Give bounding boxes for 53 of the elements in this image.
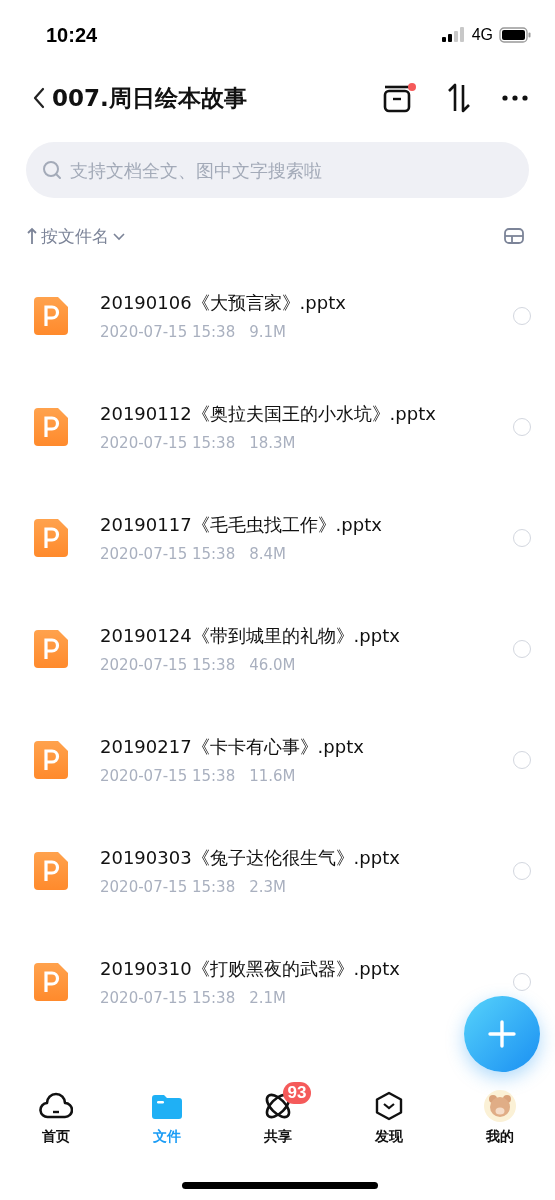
file-size: 8.4M [249, 544, 286, 563]
plus-icon [487, 1019, 517, 1049]
file-size: 9.1M [249, 322, 286, 341]
folder-title: 007.周日绘本故事 [52, 83, 248, 113]
chevron-down-icon [112, 231, 126, 241]
network-label: 4G [471, 26, 493, 44]
file-date: 2020-07-15 15:38 [100, 655, 236, 674]
add-button[interactable] [464, 996, 540, 1072]
file-date: 2020-07-15 15:38 [100, 877, 236, 896]
nav-tab[interactable]: 我的 [444, 1078, 555, 1146]
sort-by-name-button[interactable]: 按文件名 [26, 224, 126, 248]
presentation-file-icon [34, 518, 68, 557]
arrow-up-icon [26, 227, 38, 245]
file-date: 2020-07-15 15:38 [100, 433, 236, 452]
status-time: 10:24 [46, 23, 98, 47]
search-icon [42, 160, 62, 180]
back-icon[interactable] [32, 87, 46, 109]
more-icon[interactable] [501, 94, 529, 102]
search-field[interactable]: 支持文档全文、图中文字搜索啦 [26, 142, 529, 198]
file-date: 2020-07-15 15:38 [100, 322, 236, 341]
file-date: 2020-07-15 15:38 [100, 988, 236, 1007]
cloud-icon [38, 1092, 73, 1120]
file-size: 2.3M [249, 877, 286, 896]
hexagon-icon [374, 1091, 403, 1121]
file-size: 2.1M [249, 988, 286, 1007]
file-size: 11.6M [249, 766, 296, 785]
file-name[interactable]: 20190124《带到城里的礼物》.pptx [100, 623, 480, 648]
file-date: 2020-07-15 15:38 [100, 766, 236, 785]
file-date: 2020-07-15 15:38 [100, 544, 236, 563]
folder-icon [151, 1093, 182, 1119]
signal-icon [441, 27, 466, 43]
presentation-file-icon [34, 296, 68, 335]
count-badge: 93 [282, 1082, 312, 1104]
presentation-file-icon [34, 740, 68, 779]
box-icon[interactable] [383, 83, 417, 113]
presentation-file-icon [34, 962, 68, 1001]
file-name[interactable]: 20190303《兔子达伦很生气》.pptx [100, 845, 480, 870]
file-name[interactable]: 20190217《卡卡有心事》.pptx [100, 734, 480, 759]
file-size: 46.0M [249, 655, 296, 674]
battery-icon [499, 27, 531, 43]
nav-tab[interactable]: 首页 [0, 1078, 111, 1146]
presentation-file-icon [34, 851, 68, 890]
file-size: 18.3M [249, 433, 296, 452]
nav-tab[interactable]: 发现 [333, 1078, 444, 1146]
view-toggle-icon[interactable] [503, 227, 525, 245]
presentation-file-icon [34, 407, 68, 446]
file-name[interactable]: 20190106《大预言家》.pptx [100, 290, 480, 315]
file-name[interactable]: 20190117《毛毛虫找工作》.pptx [100, 512, 480, 537]
presentation-file-icon [34, 629, 68, 668]
file-name[interactable]: 20190310《打败黑夜的武器》.pptx [100, 956, 480, 981]
nav-tab[interactable]: 93 共享 [222, 1078, 333, 1146]
file-name[interactable]: 20190112《奥拉夫国王的小水坑》.pptx [100, 401, 480, 426]
avatar-icon [483, 1090, 516, 1122]
